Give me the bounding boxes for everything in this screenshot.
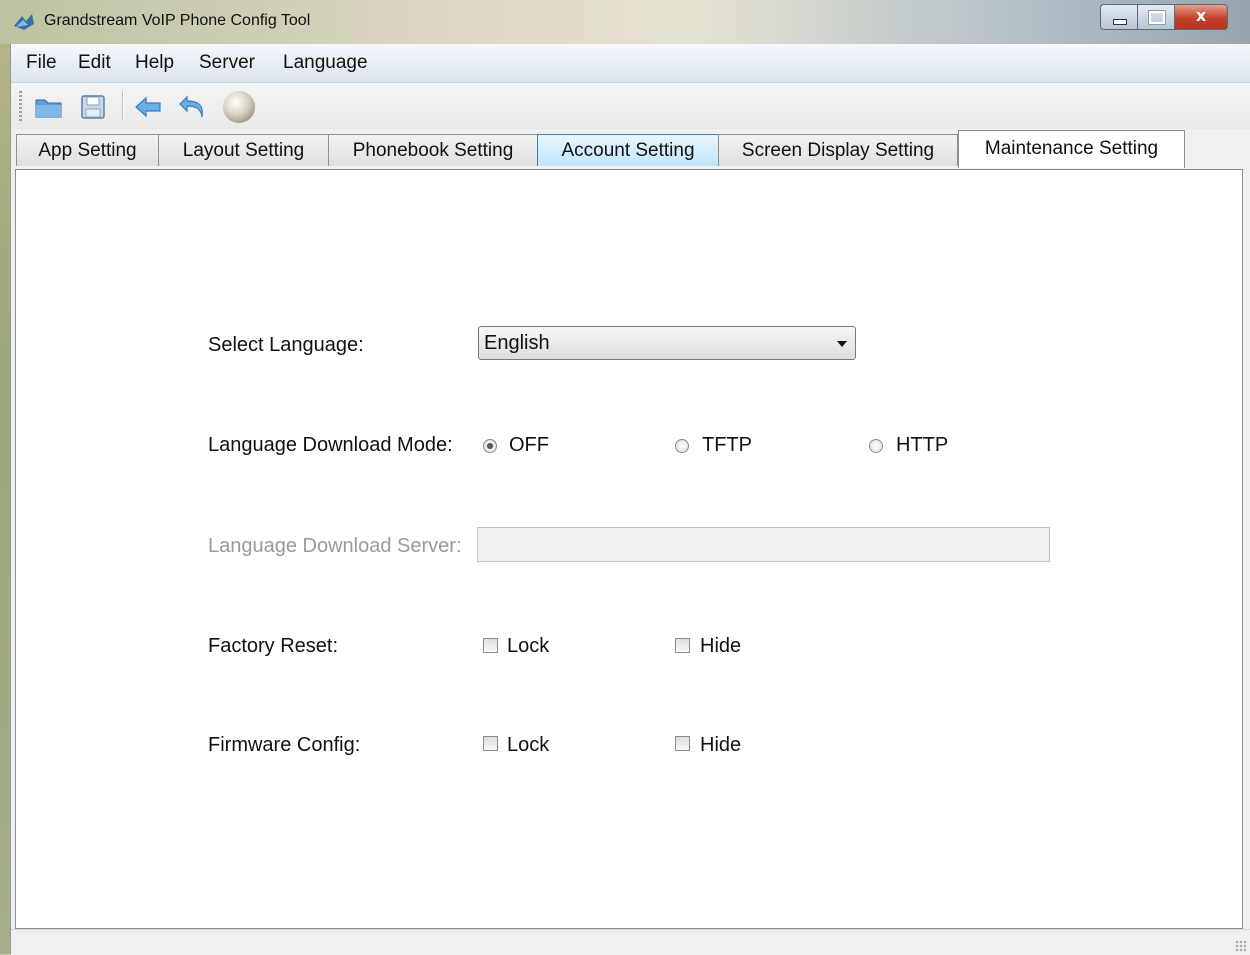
close-button[interactable]: x xyxy=(1174,4,1228,30)
tab-maintenance-setting[interactable]: Maintenance Setting xyxy=(958,130,1185,168)
app-window: Grandstream VoIP Phone Config Tool x Fil… xyxy=(0,0,1250,955)
menu-server[interactable]: Server xyxy=(199,52,255,74)
radio-tftp[interactable] xyxy=(675,439,689,453)
title-bar[interactable]: Grandstream VoIP Phone Config Tool x xyxy=(0,0,1250,44)
minimize-button[interactable] xyxy=(1100,4,1137,30)
language-select[interactable]: English xyxy=(478,326,856,360)
tab-screen-display-setting[interactable]: Screen Display Setting xyxy=(718,134,958,166)
firmware-config-hide-checkbox[interactable] xyxy=(675,736,690,751)
dropdown-arrow-icon[interactable] xyxy=(837,341,847,347)
back-arrow-icon[interactable] xyxy=(132,91,164,123)
radio-http-label[interactable]: HTTP xyxy=(896,434,948,457)
menu-file[interactable]: File xyxy=(26,52,57,74)
tab-account-setting[interactable]: Account Setting xyxy=(537,134,719,166)
radio-tftp-label[interactable]: TFTP xyxy=(702,434,752,457)
client-area: File Edit Help Server Language App Setti… xyxy=(10,44,1250,955)
undo-icon[interactable] xyxy=(177,91,209,123)
toolbar xyxy=(11,83,1250,129)
firmware-config-label: Firmware Config: xyxy=(208,734,361,756)
factory-reset-lock-checkbox[interactable] xyxy=(483,638,498,653)
tab-app-setting[interactable]: App Setting xyxy=(16,134,159,166)
open-folder-icon[interactable] xyxy=(33,91,65,123)
language-select-value: English xyxy=(484,332,550,354)
menu-help[interactable]: Help xyxy=(135,52,174,74)
status-bar xyxy=(11,929,1250,955)
firmware-config-lock-label[interactable]: Lock xyxy=(507,734,549,757)
factory-reset-hide-checkbox[interactable] xyxy=(675,638,690,653)
tab-layout-setting[interactable]: Layout Setting xyxy=(158,134,329,166)
radio-off-label[interactable]: OFF xyxy=(509,434,549,457)
download-server-label: Language Download Server: xyxy=(208,535,462,557)
maximize-button[interactable] xyxy=(1137,4,1175,30)
close-icon: x xyxy=(1195,6,1207,25)
firmware-config-lock-checkbox[interactable] xyxy=(483,736,498,751)
factory-reset-hide-label[interactable]: Hide xyxy=(700,635,741,658)
download-server-input[interactable] xyxy=(477,527,1050,562)
save-icon[interactable] xyxy=(77,91,109,123)
toolbar-grip[interactable] xyxy=(19,91,22,121)
firmware-config-hide-label[interactable]: Hide xyxy=(700,734,741,757)
radio-off[interactable] xyxy=(483,439,497,453)
tab-strip: App Setting Layout Setting Phonebook Set… xyxy=(11,130,1250,170)
tab-phonebook-setting[interactable]: Phonebook Setting xyxy=(328,134,538,166)
menu-edit[interactable]: Edit xyxy=(78,52,111,74)
window-title: Grandstream VoIP Phone Config Tool xyxy=(44,12,311,29)
download-mode-label: Language Download Mode: xyxy=(208,434,453,456)
globe-icon[interactable] xyxy=(221,89,257,125)
app-icon xyxy=(14,14,34,30)
factory-reset-label: Factory Reset: xyxy=(208,635,339,657)
factory-reset-lock-label[interactable]: Lock xyxy=(507,635,549,658)
menu-bar: File Edit Help Server Language xyxy=(11,44,1250,83)
menu-language[interactable]: Language xyxy=(283,52,368,74)
resize-grip[interactable] xyxy=(1235,940,1247,952)
select-language-label: Select Language: xyxy=(208,334,364,356)
radio-http[interactable] xyxy=(869,439,883,453)
toolbar-separator xyxy=(122,91,124,121)
